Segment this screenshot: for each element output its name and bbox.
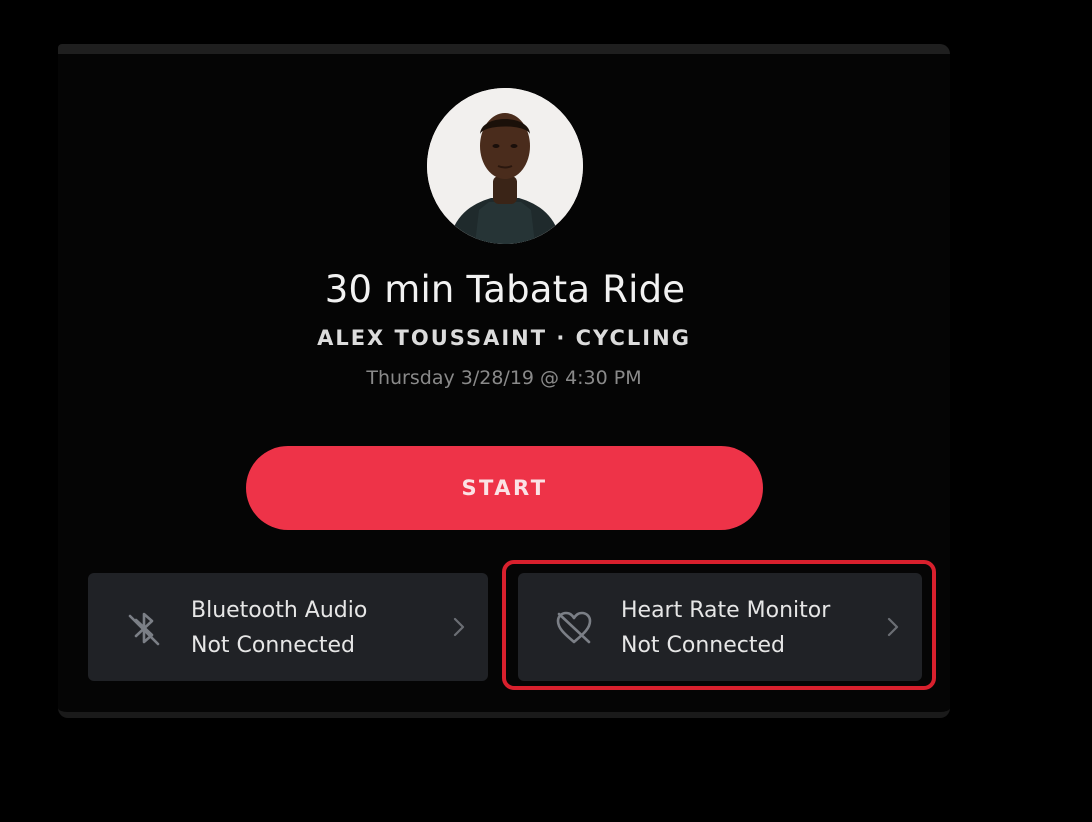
heart-rate-monitor-card[interactable]: Heart Rate Monitor Not Connected (518, 573, 922, 681)
bluetooth-audio-text: Bluetooth Audio Not Connected (191, 593, 367, 663)
screen: 30 min Tabata Ride ALEX TOUSSAINT · CYCL… (0, 0, 1092, 822)
bluetooth-audio-status: Not Connected (191, 633, 356, 658)
bluetooth-audio-card[interactable]: Bluetooth Audio Not Connected (88, 573, 488, 681)
chevron-right-icon (453, 617, 465, 637)
instructor-avatar (427, 88, 583, 244)
heart-rate-monitor-text: Heart Rate Monitor Not Connected (621, 593, 830, 663)
start-button-label: START (461, 476, 548, 500)
heart-rate-monitor-status: Not Connected (621, 633, 786, 658)
start-button[interactable]: START (246, 446, 763, 530)
heart-off-icon (556, 611, 592, 644)
class-title: 30 min Tabata Ride (324, 268, 686, 311)
instructor-photo (427, 88, 583, 244)
instructor-category: ALEX TOUSSAINT · CYCLING (317, 326, 691, 350)
bluetooth-off-icon (128, 612, 160, 646)
chevron-right-icon (887, 617, 899, 637)
heart-rate-monitor-name: Heart Rate Monitor (621, 598, 831, 623)
bluetooth-audio-name: Bluetooth Audio (191, 598, 368, 623)
class-datetime: Thursday 3/28/19 @ 4:30 PM (366, 367, 642, 389)
